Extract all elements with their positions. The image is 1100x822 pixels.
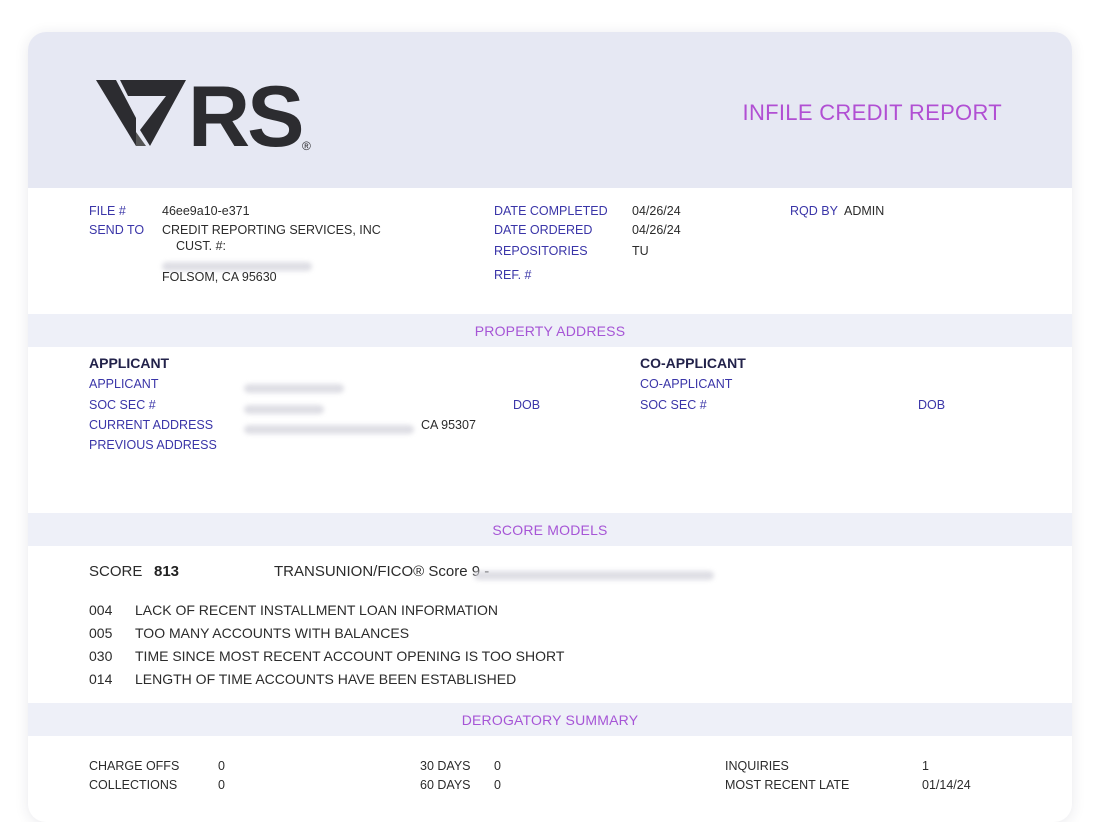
- reason-text: LENGTH OF TIME ACCOUNTS HAVE BEEN ESTABL…: [135, 671, 517, 687]
- file-number-label: FILE #: [89, 204, 126, 218]
- current-address-zip: CA 95307: [421, 418, 476, 432]
- reason-text: LACK OF RECENT INSTALLMENT LOAN INFORMAT…: [135, 602, 499, 618]
- score-reason: 014 LENGTH OF TIME ACCOUNTS HAVE BEEN EST…: [89, 671, 516, 687]
- applicant-heading: APPLICANT: [89, 355, 170, 371]
- inquiries-label: INQUIRIES: [725, 759, 789, 773]
- inquiries-value: 1: [922, 759, 929, 773]
- co-applicant-name-label: CO-APPLICANT: [640, 377, 733, 391]
- date-completed-value: 04/26/24: [632, 204, 681, 218]
- date-ordered-label: DATE ORDERED: [494, 223, 593, 237]
- repositories-value: TU: [632, 244, 649, 258]
- most-recent-late-label: MOST RECENT LATE: [725, 778, 850, 792]
- reason-code: 030: [89, 648, 113, 664]
- reason-text: TIME SINCE MOST RECENT ACCOUNT OPENING I…: [135, 648, 565, 664]
- company-logo: RS ®: [96, 70, 311, 152]
- derogatory-summary-band: DEROGATORY SUMMARY: [28, 703, 1072, 736]
- repositories-label: REPOSITORIES: [494, 244, 588, 258]
- score-label: SCORE: [89, 563, 143, 580]
- score-reason: 004 LACK OF RECENT INSTALLMENT LOAN INFOR…: [89, 602, 498, 618]
- send-to-label: SEND TO: [89, 223, 145, 237]
- score-model-redacted: [474, 567, 714, 585]
- days-60-label: 60 DAYS: [420, 778, 471, 792]
- days-30-label: 30 DAYS: [420, 759, 471, 773]
- applicant-name-redacted: [244, 380, 344, 398]
- send-to-city: FOLSOM, CA 95630: [162, 270, 277, 284]
- send-to-cust: CUST. #:: [176, 239, 227, 253]
- requested-by-label: RQD BY: [790, 204, 838, 218]
- reason-code: 004: [89, 602, 113, 618]
- report-header: RS ® INFILE CREDIT REPORT: [28, 32, 1072, 188]
- reason-code: 005: [89, 625, 113, 641]
- most-recent-late-value: 01/14/24: [922, 778, 971, 792]
- reason-code: 014: [89, 671, 113, 687]
- score-models-band: SCORE MODELS: [28, 513, 1072, 546]
- applicant-ssn-label: SOC SEC #: [89, 398, 156, 412]
- collections-label: COLLECTIONS: [89, 778, 178, 792]
- date-ordered-value: 04/26/24: [632, 223, 681, 237]
- score-models-title: SCORE MODELS: [492, 522, 608, 538]
- derogatory-summary-title: DEROGATORY SUMMARY: [461, 712, 639, 728]
- registered-mark: ®: [302, 139, 311, 152]
- logo-text: RS: [188, 70, 301, 152]
- score-value: 813: [154, 563, 180, 580]
- days-30-value: 0: [494, 759, 501, 773]
- co-applicant-dob-label: DOB: [918, 398, 946, 412]
- requested-by-value: ADMIN: [844, 204, 885, 218]
- send-to-company: CREDIT REPORTING SERVICES, INC: [162, 223, 381, 237]
- applicant-dob-label: DOB: [513, 398, 541, 412]
- property-address-title: PROPERTY ADDRESS: [474, 323, 626, 339]
- score-reason: 030 TIME SINCE MOST RECENT ACCOUNT OPENIN…: [89, 648, 564, 664]
- property-address-band: PROPERTY ADDRESS: [28, 314, 1072, 347]
- previous-address-label: PREVIOUS ADDRESS: [89, 438, 217, 452]
- applicant-name-label: APPLICANT: [89, 377, 159, 391]
- co-applicant-ssn-label: SOC SEC #: [640, 398, 707, 412]
- date-completed-label: DATE COMPLETED: [494, 204, 608, 218]
- score-reason: 005 TOO MANY ACCOUNTS WITH BALANCES: [89, 625, 409, 641]
- credit-report-card: RS ® INFILE CREDIT REPORT FILE # 46ee9a1…: [28, 32, 1072, 822]
- charge-offs-label: CHARGE OFFS: [89, 759, 180, 773]
- applicant-ssn-redacted: [244, 401, 324, 419]
- co-applicant-heading: CO-APPLICANT: [640, 355, 746, 371]
- ref-number-label: REF. #: [494, 268, 532, 282]
- collections-value: 0: [218, 778, 225, 792]
- file-number-value: 46ee9a10-e371: [162, 204, 250, 218]
- charge-offs-value: 0: [218, 759, 225, 773]
- score-model-name: TRANSUNION/FICO® Score 9 -: [274, 563, 490, 580]
- report-title: INFILE CREDIT REPORT: [742, 100, 1002, 125]
- current-address-redacted: [244, 421, 414, 439]
- current-address-label: CURRENT ADDRESS: [89, 418, 214, 432]
- reason-text: TOO MANY ACCOUNTS WITH BALANCES: [135, 625, 410, 641]
- days-60-value: 0: [494, 778, 501, 792]
